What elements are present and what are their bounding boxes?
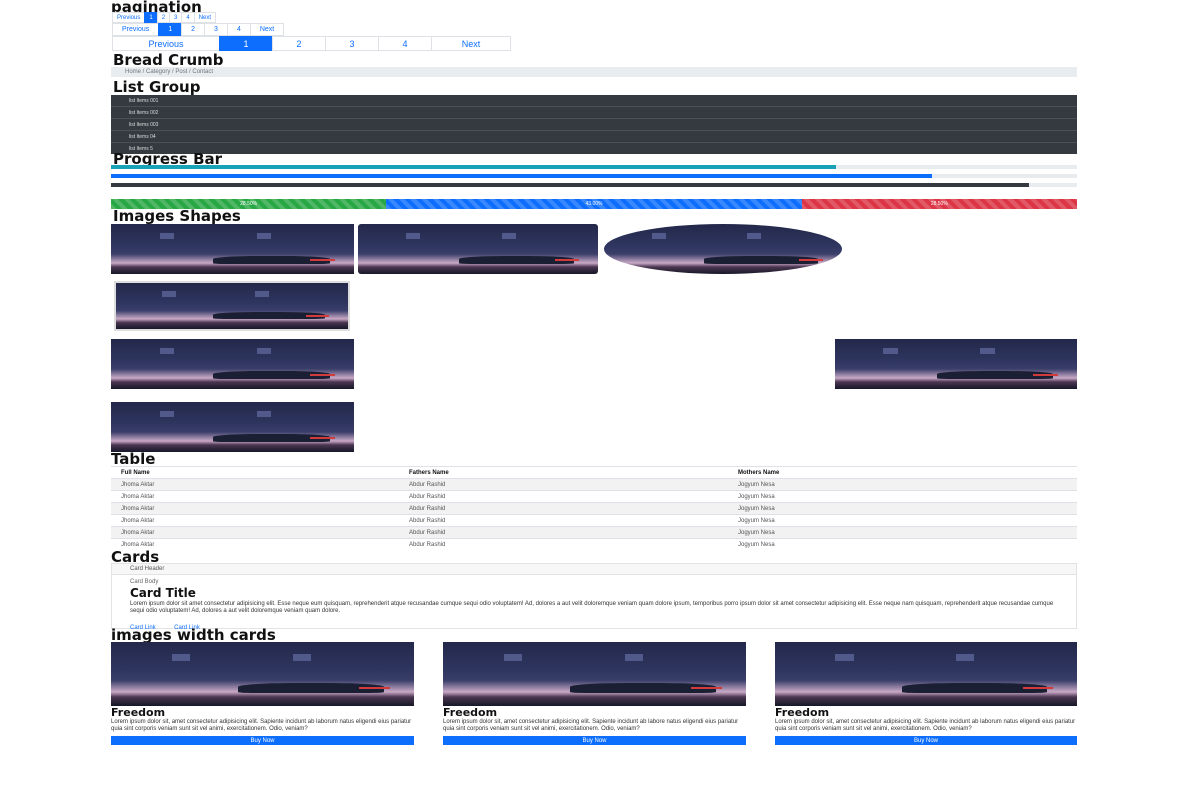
progress-bar-3	[111, 183, 1077, 187]
table-row: Jhoma Aktar Abdur Rashid Jogyum Nesa	[111, 502, 1077, 515]
pagination-small: Previous 1 2 3 4 Next	[112, 12, 217, 23]
pagination-page-4[interactable]: 4	[378, 36, 432, 51]
table-cell: Jhoma Aktar	[111, 490, 399, 503]
table-cell: Abdur Rashid	[399, 478, 728, 491]
list-item[interactable]: list Items 002	[111, 107, 1077, 119]
list-item[interactable]: list Items 5	[111, 143, 1077, 154]
table-cell: Jhoma Aktar	[111, 502, 399, 515]
pagination-page-2[interactable]: 2	[156, 12, 171, 23]
buy-now-button[interactable]: Buy Now	[111, 736, 414, 745]
pagination-large: Previous 1 2 3 4 Next	[112, 36, 511, 51]
pagination-page-3[interactable]: 3	[169, 12, 183, 23]
image-card: Freedom Lorem ipsum dolor sit, amet cons…	[111, 642, 414, 745]
image-card: Freedom Lorem ipsum dolor sit, amet cons…	[775, 642, 1077, 745]
pagination-page-2[interactable]: 2	[181, 23, 206, 36]
table-cell: Jogyum Nesa	[728, 526, 1077, 539]
image-rounded	[358, 224, 598, 274]
table-heading: Table	[111, 450, 156, 468]
table-cell: Jogyum Nesa	[728, 514, 1077, 527]
table-cell: Jogyum Nesa	[728, 538, 1077, 550]
images-heading: Images Shapes	[113, 207, 241, 225]
table-cell: Jhoma Aktar	[111, 478, 399, 491]
data-table: Full Name Fathers Name Mothers Name Jhom…	[111, 466, 1077, 550]
list-group: list Items 001 list Items 002 list Items…	[111, 95, 1077, 154]
progress-bar-1	[111, 165, 1077, 169]
pagination-medium: Previous 1 2 3 4 Next	[112, 23, 285, 36]
card-image	[775, 642, 1077, 706]
table-cell: Jogyum Nesa	[728, 502, 1077, 515]
card-image	[443, 642, 746, 706]
list-item[interactable]: list Items 001	[111, 95, 1077, 107]
pagination-page-4[interactable]: 4	[226, 23, 251, 36]
image-float-right	[835, 339, 1077, 389]
pagination-page-1[interactable]: 1	[219, 36, 273, 51]
table-cell: Jhoma Aktar	[111, 526, 399, 539]
table-cell: Jhoma Aktar	[111, 514, 399, 527]
pagination-previous[interactable]: Previous	[112, 23, 160, 36]
table-row: Jhoma Aktar Abdur Rashid Jogyum Nesa	[111, 514, 1077, 527]
list-item[interactable]: list Items 003	[111, 119, 1077, 131]
pagination-next[interactable]: Next	[431, 36, 511, 51]
table-cell: Abdur Rashid	[399, 490, 728, 503]
buy-now-button[interactable]: Buy Now	[775, 736, 1077, 745]
card: Card Header Card Body Card Title Lorem i…	[111, 563, 1077, 631]
pagination-page-2[interactable]: 2	[272, 36, 326, 51]
card-title: Card Title	[130, 586, 196, 600]
progress-segment-danger: 28.50%	[801, 199, 1077, 209]
card-text: Lorem ipsum dolor sit, amet consectetur …	[111, 719, 412, 732]
table-row: Jhoma Aktar Abdur Rashid Jogyum Nesa	[111, 538, 1077, 550]
progress-fill	[111, 165, 836, 169]
table-cell: Abdur Rashid	[399, 538, 728, 550]
buy-now-button[interactable]: Buy Now	[443, 736, 746, 745]
card-text: Lorem ipsum dolor sit amet consectetur a…	[130, 601, 1054, 614]
table-cell: Abdur Rashid	[399, 502, 728, 515]
table-row: Jhoma Aktar Abdur Rashid Jogyum Nesa	[111, 478, 1077, 491]
pagination-page-3[interactable]: 3	[204, 23, 228, 36]
table-cell: Jogyum Nesa	[728, 478, 1077, 491]
pagination-previous[interactable]: Previous	[112, 36, 220, 51]
pagination-next[interactable]: Next	[193, 12, 217, 23]
table-header: Full Name	[111, 466, 399, 479]
card-text: Lorem ipsum dolor sit, amet consectetur …	[775, 719, 1076, 732]
pagination-page-1[interactable]: 1	[158, 23, 183, 36]
card-title: Freedom	[775, 706, 830, 719]
image-plain	[111, 224, 354, 274]
pagination-page-1[interactable]: 1	[144, 12, 158, 23]
pagination-page-3[interactable]: 3	[325, 36, 379, 51]
table-row: Jhoma Aktar Abdur Rashid Jogyum Nesa	[111, 526, 1077, 539]
table-cell: Abdur Rashid	[399, 514, 728, 527]
card-text: Lorem ipsum dolor sit, amet consectetur …	[443, 719, 739, 732]
card-body-label: Card Body	[130, 579, 159, 585]
card-header: Card Header	[112, 564, 1076, 575]
breadcrumb[interactable]: Home / Category / Post / Contact	[111, 67, 1077, 77]
card-title: Freedom	[111, 706, 166, 719]
pagination-page-4[interactable]: 4	[181, 12, 195, 23]
stacked-progress-bar: 28.50% 43.00% 28.50%	[111, 199, 1077, 209]
progress-bar-2	[111, 174, 1077, 178]
table-cell: Jogyum Nesa	[728, 490, 1077, 503]
image-circle	[604, 224, 842, 274]
card-image	[111, 642, 414, 706]
image-float-left	[111, 339, 354, 389]
breadcrumb-heading: Bread Crumb	[113, 51, 224, 69]
progress-fill	[111, 174, 933, 178]
pagination-next[interactable]: Next	[249, 23, 285, 36]
list-item[interactable]: list Items 04	[111, 131, 1077, 143]
pagination-previous[interactable]: Previous	[112, 12, 146, 23]
image-card: Freedom Lorem ipsum dolor sit, amet cons…	[443, 642, 746, 745]
progress-fill	[111, 183, 1029, 187]
table-header: Fathers Name	[399, 466, 728, 479]
list-group-heading: List Group	[113, 78, 201, 96]
table-cell: Abdur Rashid	[399, 526, 728, 539]
table-header: Mothers Name	[728, 466, 1077, 479]
card-title: Freedom	[443, 706, 498, 719]
image-cards-heading: images width cards	[111, 626, 276, 644]
image-thumbnail	[114, 281, 350, 331]
table-row: Jhoma Aktar Abdur Rashid Jogyum Nesa	[111, 490, 1077, 503]
image-block	[111, 402, 354, 452]
progress-segment-primary: 43.00%	[386, 199, 802, 209]
